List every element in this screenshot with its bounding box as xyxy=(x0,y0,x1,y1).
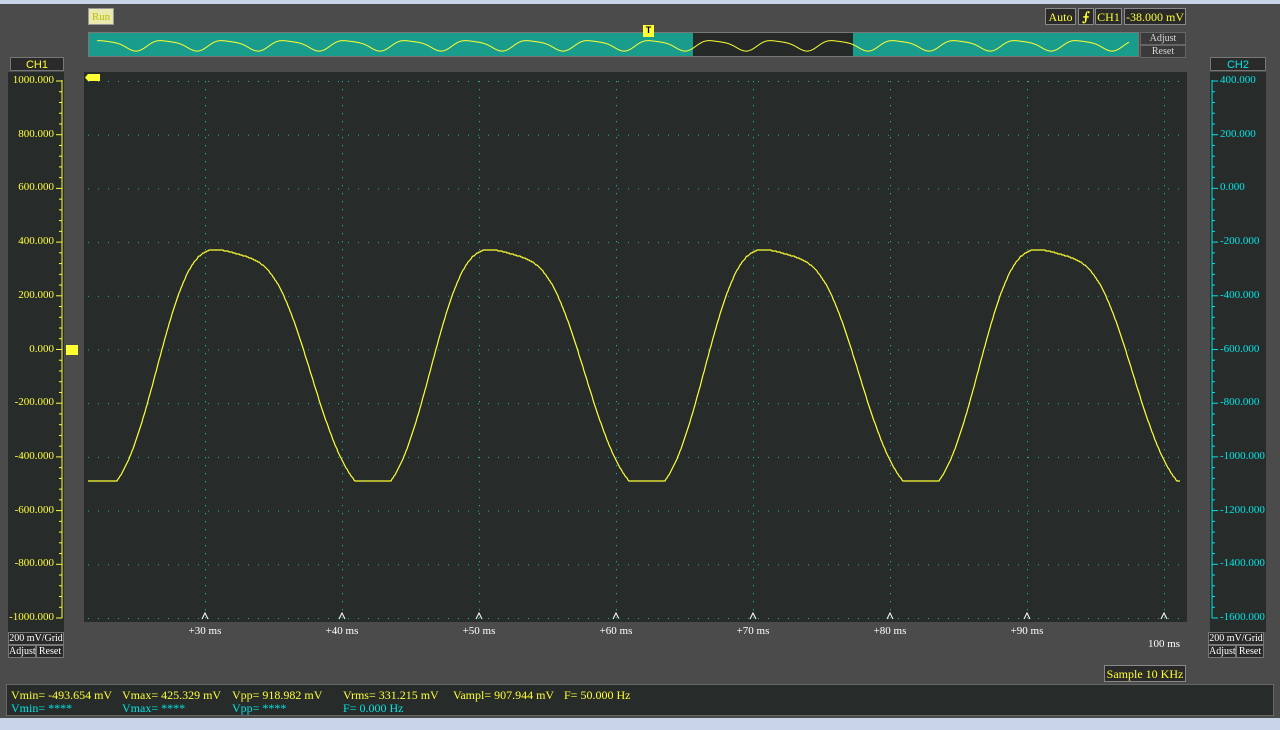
time-tick-label: +60 ms xyxy=(599,625,633,637)
overview-adjust-button[interactable]: Adjust xyxy=(1140,32,1186,45)
ch2-adjust-button[interactable]: Adjust xyxy=(1208,645,1236,658)
ch1-tick-label: 200.000 xyxy=(18,288,54,301)
sample-rate-button[interactable]: Sample 10 KHz xyxy=(1104,665,1186,682)
trigger-position-marker[interactable]: T xyxy=(643,25,654,37)
ch1-tick-label: -1000.000 xyxy=(9,611,54,623)
window-bottom-strip xyxy=(0,718,1280,730)
ch1-tick-label: 0.000 xyxy=(29,342,54,355)
ch2-tick-label: -1000.000 xyxy=(1220,449,1265,462)
ch2-vmin: Vmin= **** xyxy=(11,701,73,715)
ch1-frequency: F= 50.000 Hz xyxy=(564,688,631,702)
ch1-axis: 1000.000 800.000 600.000 400.000 200.000 0.00… xyxy=(8,72,64,632)
ch2-tick-label: -1400.000 xyxy=(1220,557,1265,570)
ch1-vpp: Vpp= 918.982 mV xyxy=(232,688,323,702)
time-offset-marker[interactable] xyxy=(85,74,100,81)
ch2-scale-button[interactable]: 200 mV/Grid xyxy=(1208,632,1264,645)
ch1-vrms: Vrms= 331.215 mV xyxy=(343,688,439,702)
ch1-tick-label: -400.000 xyxy=(14,449,54,462)
ch1-tick-label: 800.000 xyxy=(18,127,54,140)
time-tick-label: +70 ms xyxy=(736,625,770,637)
ch2-tick-label: -400.000 xyxy=(1220,288,1260,301)
ch2-tick-label: 400.000 xyxy=(1220,74,1256,86)
ch2-tick-label: -800.000 xyxy=(1220,396,1260,409)
ch1-tick-label: 600.000 xyxy=(18,181,54,194)
waveform-overview[interactable] xyxy=(88,32,1139,57)
run-button[interactable]: Run xyxy=(88,8,114,25)
time-end-label: 100 ms xyxy=(1147,638,1181,650)
ch1-tick-label: 400.000 xyxy=(18,235,54,248)
ch2-reset-button[interactable]: Reset xyxy=(1236,645,1264,658)
ch2-vpp: Vpp= **** xyxy=(232,701,287,715)
time-tick-label: +50 ms xyxy=(462,625,496,637)
ch1-scale-button[interactable]: 200 mV/Grid xyxy=(8,632,64,645)
ch1-vmax: Vmax= 425.329 mV xyxy=(122,688,222,702)
ch2-tick-label: 200.000 xyxy=(1220,127,1256,140)
ch1-tick-label: -200.000 xyxy=(14,396,54,409)
ch1-reset-button[interactable]: Reset xyxy=(36,645,64,658)
ch1-tick-label: 1000.000 xyxy=(12,74,54,86)
ch2-tick-label: -600.000 xyxy=(1220,342,1260,355)
ch2-frequency: F= 0.000 Hz xyxy=(343,701,404,715)
ch2-axis: 400.000 200.000 0.000 -200.000 -400.000 -600.… xyxy=(1210,72,1266,632)
ch2-tick-label: -1600.000 xyxy=(1220,611,1265,623)
window-top-strip xyxy=(0,0,1280,4)
ch2-vmax: Vmax= **** xyxy=(122,701,186,715)
ch1-zero-marker[interactable] xyxy=(66,345,78,355)
ch2-tick-label: 0.000 xyxy=(1220,181,1245,194)
ch1-tick-label: -800.000 xyxy=(14,557,54,570)
overview-trace xyxy=(96,40,1130,52)
measurement-panel: Vmin= -493.654 mV Vmax= 425.329 mV Vpp= … xyxy=(6,684,1274,716)
ch1-tick-label: -600.000 xyxy=(14,503,54,516)
scope-plot-area[interactable] xyxy=(84,72,1187,622)
trigger-channel-button[interactable]: CH1 xyxy=(1095,8,1122,25)
ch2-tick-label: -1200.000 xyxy=(1220,503,1265,516)
ch1-label[interactable]: CH1 xyxy=(10,57,64,71)
ch2-tick-label: -200.000 xyxy=(1220,235,1260,248)
time-tick-label: +40 ms xyxy=(325,625,359,637)
time-tick-label: +80 ms xyxy=(873,625,907,637)
trigger-mode-button[interactable]: Auto xyxy=(1045,8,1076,25)
ch1-vampl: Vampl= 907.944 mV xyxy=(453,688,555,702)
time-tick-label: +90 ms xyxy=(1010,625,1044,637)
time-tick-label: +30 ms xyxy=(188,625,222,637)
ch1-adjust-button[interactable]: Adjust xyxy=(8,645,36,658)
overview-reset-button[interactable]: Reset xyxy=(1140,45,1186,58)
ch2-label[interactable]: CH2 xyxy=(1210,57,1266,71)
ch1-waveform xyxy=(88,249,1180,482)
trigger-level-display[interactable]: -38.000 mV xyxy=(1124,8,1186,25)
scope-grid xyxy=(85,74,1180,620)
rising-edge-icon[interactable]: ⨍ xyxy=(1078,8,1094,25)
ch1-vmin: Vmin= -493.654 mV xyxy=(11,688,113,702)
